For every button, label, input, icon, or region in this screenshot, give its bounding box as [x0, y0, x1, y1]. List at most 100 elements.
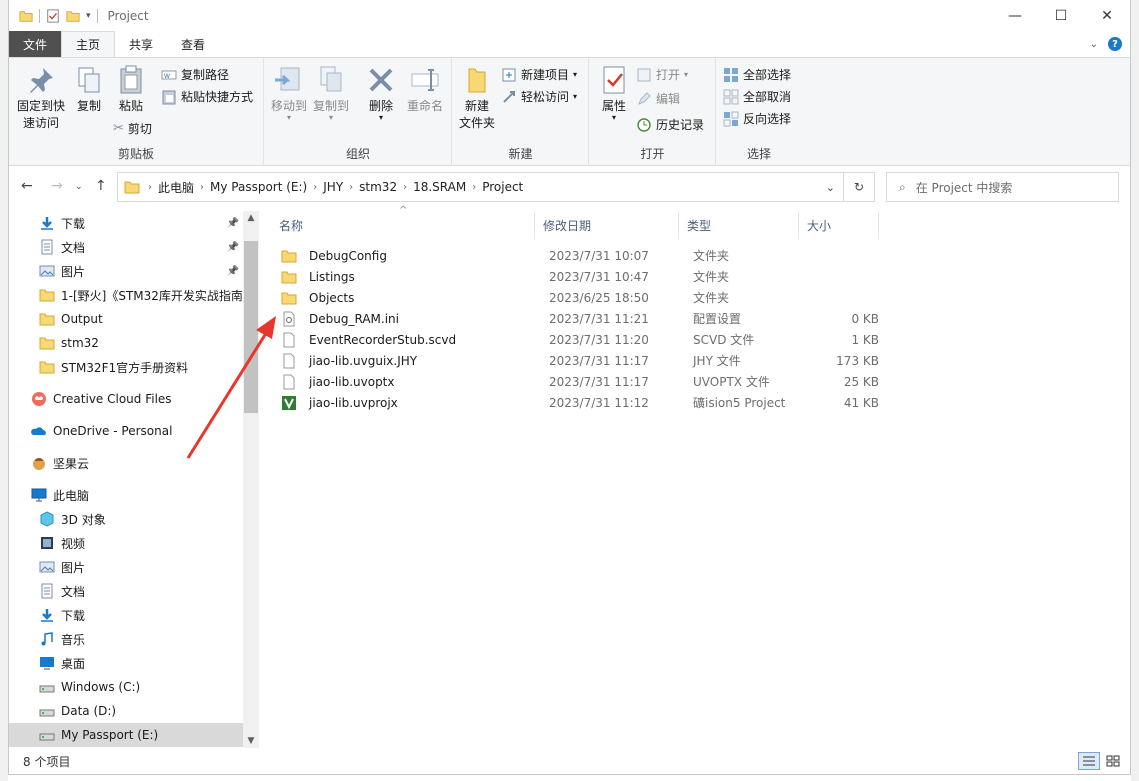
history-button[interactable]: 历史记录	[636, 116, 704, 133]
customize-toolbar-icon[interactable]: ▾	[86, 11, 91, 21]
file-row[interactable]: EventRecorderStub.scvd 2023/7/31 11:20 SCV…	[281, 329, 881, 350]
large-icons-view-button[interactable]	[1102, 752, 1124, 770]
video-icon	[41, 537, 53, 549]
cut-button[interactable]: ✂ 剪切	[113, 120, 152, 137]
new-item-label: 新建项目	[521, 68, 570, 82]
nav-item-label: STM32F1官方手册资料	[61, 360, 189, 375]
forward-arrow-icon[interactable]: →	[51, 178, 63, 194]
address-bar[interactable]: › 此电脑 › My Passport (E:) › JHY › stm32 ›…	[117, 172, 844, 202]
paste-shortcut-button[interactable]: 粘贴快捷方式	[161, 88, 253, 105]
column-header-type[interactable]: 类型	[679, 211, 799, 239]
help-icon[interactable]: ?	[1108, 37, 1122, 51]
new-item-button[interactable]: 新建项目 ▾	[501, 66, 577, 83]
tab-file[interactable]: 文件	[9, 31, 62, 57]
up-arrow-icon[interactable]: ↑	[95, 178, 107, 194]
status-bar: 8 个项目	[9, 750, 1130, 772]
nav-item[interactable]: 桌面	[9, 651, 243, 675]
recent-locations-icon[interactable]: ⌄	[75, 182, 83, 192]
details-view-button[interactable]	[1078, 752, 1100, 770]
nav-item[interactable]: OneDrive - Personal	[9, 419, 243, 443]
nav-item[interactable]: 文档	[9, 579, 243, 603]
file-row[interactable]: Objects 2023/6/25 18:50 文件夹	[281, 287, 881, 308]
move-to-button[interactable]: 移动到 ▾	[269, 64, 309, 122]
tab-view[interactable]: 查看	[167, 31, 219, 57]
file-row[interactable]: jiao-lib.uvprojx 2023/7/31 11:12 礦ision5 P…	[281, 392, 881, 413]
scroll-up-icon[interactable]: ▲	[243, 213, 259, 223]
nav-item[interactable]: 1-[野火]《STM32库开发实战指南	[9, 283, 243, 307]
search-icon: ⌕	[899, 179, 906, 194]
nav-item[interactable]: Output	[9, 307, 243, 331]
nav-item-label: 图片	[61, 560, 86, 575]
select-none-button[interactable]: 全部取消	[723, 88, 791, 105]
download-icon	[41, 609, 53, 622]
copy-to-button[interactable]: 复制到 ▾	[311, 64, 351, 122]
edit-button[interactable]: 编辑	[636, 90, 680, 107]
paste-button[interactable]: 粘贴	[113, 64, 149, 115]
invert-selection-button[interactable]: 反向选择	[723, 110, 791, 127]
nav-item[interactable]: 图片	[9, 555, 243, 579]
nav-item[interactable]: Windows (C:)	[9, 675, 243, 699]
quick-access-toolbar: ▾	[19, 8, 98, 23]
scroll-down-icon[interactable]: ▼	[243, 736, 259, 746]
back-arrow-icon[interactable]: ←	[21, 178, 33, 194]
search-placeholder: 在 Project 中搜索	[915, 180, 1013, 195]
nav-item[interactable]: Data (D:)	[9, 699, 243, 723]
computer-icon	[31, 488, 47, 502]
open-button[interactable]: 打开 ▾	[636, 66, 688, 83]
nav-item[interactable]: 图片 📌	[9, 259, 243, 283]
column-header-size[interactable]: 大小	[799, 211, 879, 239]
nav-item[interactable]: 3D 对象	[9, 507, 243, 531]
column-header-date[interactable]: 修改日期	[535, 211, 679, 239]
nav-item[interactable]: 下载 📌	[9, 211, 243, 235]
new-folder-icon[interactable]	[66, 9, 80, 23]
breadcrumb-this-pc[interactable]: 此电脑	[152, 179, 200, 196]
pin-quick-access-button[interactable]: 固定到快 速访问	[15, 64, 67, 132]
properties-button[interactable]: 属性 ▾	[596, 64, 632, 122]
file-row[interactable]: jiao-lib.uvoptx 2023/7/31 11:17 UVOPTX 文件 2…	[281, 371, 881, 392]
breadcrumb-jhy[interactable]: JHY	[317, 180, 349, 194]
file-row[interactable]: Listings 2023/7/31 10:47 文件夹	[281, 266, 881, 287]
nav-item[interactable]: STM32F1官方手册资料	[9, 355, 243, 379]
scroll-thumb[interactable]	[244, 241, 258, 413]
nav-item[interactable]: My Passport (E:)	[9, 723, 243, 747]
picture-icon	[39, 265, 55, 277]
file-row[interactable]: jiao-lib.uvguix.JHY 2023/7/31 11:17 JHY 文件…	[281, 350, 881, 371]
close-button[interactable]: ✕	[1084, 0, 1130, 31]
breadcrumb-project[interactable]: Project	[476, 180, 529, 194]
copy-button[interactable]: 复制	[71, 64, 107, 115]
delete-button[interactable]: 删除 ▾	[363, 64, 399, 122]
nav-item[interactable]: 下载	[9, 603, 243, 627]
nav-item[interactable]: 此电脑	[9, 483, 243, 507]
copy-path-button[interactable]: W 复制路径	[161, 66, 229, 83]
address-dropdown-icon[interactable]: ⌄	[826, 181, 835, 194]
file-row[interactable]: DebugConfig 2023/7/31 10:07 文件夹	[281, 245, 881, 266]
nav-item[interactable]: stm32	[9, 331, 243, 355]
nav-item-label: 此电脑	[53, 488, 90, 503]
minimize-button[interactable]: —	[992, 0, 1038, 31]
column-header-name[interactable]: 名称 ^	[271, 205, 535, 239]
refresh-button[interactable]: ↻	[844, 172, 875, 202]
nav-item[interactable]: 视频	[9, 531, 243, 555]
chevron-down-icon[interactable]: ⌄	[1090, 39, 1098, 50]
file-type: 礦ision5 Project	[693, 396, 786, 410]
maximize-button[interactable]: ☐	[1038, 0, 1084, 31]
nav-item[interactable]: 文档 📌	[9, 235, 243, 259]
new-folder-button[interactable]: 新建 文件夹	[457, 64, 497, 132]
file-icon	[283, 353, 295, 368]
easy-access-button[interactable]: 轻松访问 ▾	[501, 88, 577, 105]
breadcrumb-sram[interactable]: 18.SRAM	[407, 180, 472, 194]
select-all-button[interactable]: 全部选择	[723, 66, 791, 83]
properties-icon[interactable]	[46, 8, 60, 23]
breadcrumb-stm32[interactable]: stm32	[353, 180, 403, 194]
search-box[interactable]: ⌕ 在 Project 中搜索	[886, 172, 1119, 202]
tab-home[interactable]: 主页	[61, 31, 116, 57]
nav-item[interactable]: 坚果云	[9, 451, 243, 475]
nav-item-label: 3D 对象	[61, 512, 106, 527]
file-row[interactable]: Debug_RAM.ini 2023/7/31 11:21 配置设置 0 KB	[281, 308, 881, 329]
nav-item[interactable]: 音乐	[9, 627, 243, 651]
nav-scrollbar[interactable]: ▲ ▼	[243, 211, 259, 748]
tab-share[interactable]: 共享	[115, 31, 167, 57]
nav-item[interactable]: Creative Cloud Files	[9, 387, 243, 411]
breadcrumb-drive[interactable]: My Passport (E:)	[204, 180, 313, 194]
rename-button[interactable]: 重命名	[405, 64, 445, 115]
